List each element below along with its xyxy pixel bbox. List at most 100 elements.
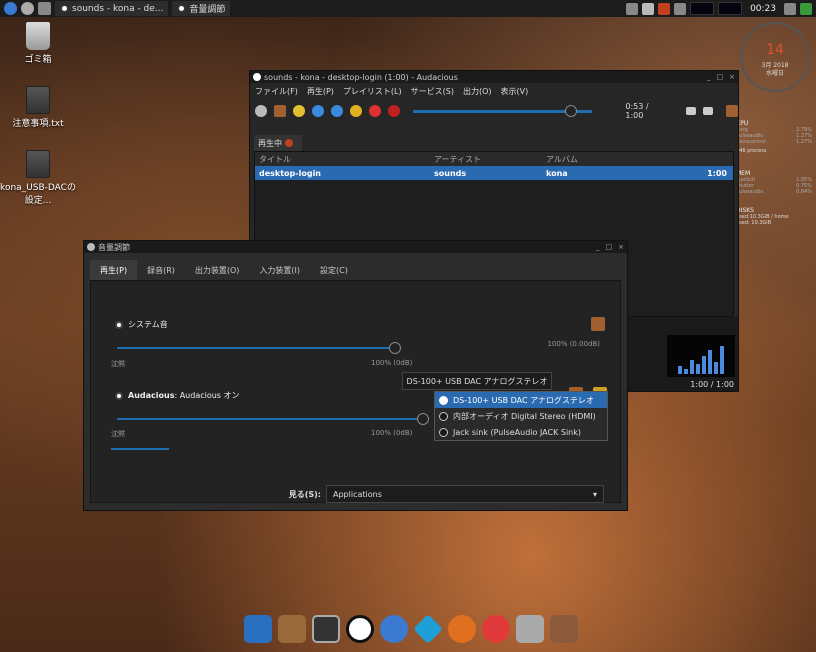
kodi-icon[interactable] <box>413 614 443 644</box>
seek-slider[interactable] <box>412 104 593 117</box>
vivaldi-icon[interactable] <box>482 615 510 643</box>
monitor-icon[interactable] <box>312 615 340 643</box>
taskbar-item-label: 音量調節 <box>189 5 226 15</box>
sound-converter-icon[interactable] <box>550 615 578 643</box>
disk-root: used: 10.3GiB <box>736 220 772 226</box>
show-combo[interactable]: Applications ▾ <box>326 485 604 503</box>
close-icon[interactable]: × <box>618 243 624 251</box>
peak-meter <box>111 448 169 450</box>
seek-knob[interactable] <box>565 104 578 117</box>
system-volume-knob[interactable] <box>389 342 401 354</box>
mem-row: pulseaudio 0.64% <box>736 189 812 195</box>
menu-file[interactable]: ファイル(F) <box>255 86 298 97</box>
anchor-icon[interactable] <box>244 615 272 643</box>
tab-configuration[interactable]: 設定(C) <box>310 260 358 280</box>
pause-icon[interactable] <box>349 105 362 117</box>
column-artist[interactable]: アーティスト <box>430 154 542 165</box>
tab-input-devices[interactable]: 入力装置(I) <box>249 260 310 280</box>
system-volume-slider[interactable] <box>117 347 393 349</box>
volume-readout: 100% (0.00dB) <box>547 340 600 348</box>
taskbar-item-audacious[interactable]: sounds - kona - de... <box>55 1 169 16</box>
desktop-icon-notes[interactable]: 注意事項.txt <box>0 86 76 129</box>
menu-launcher-icon[interactable] <box>4 2 17 15</box>
clock[interactable]: 00:23 <box>750 4 776 14</box>
audacious-icon <box>60 4 69 13</box>
firefox-icon[interactable] <box>448 615 476 643</box>
minimize-icon[interactable]: _ <box>707 73 711 81</box>
taskbar-item-label: sounds - kona - de... <box>72 3 164 14</box>
muted-volume-tray-icon[interactable] <box>658 2 671 15</box>
system-sound-icon <box>115 320 123 329</box>
desktop-icon-trash[interactable]: ゴミ箱 <box>0 22 76 65</box>
top-panel: sounds - kona - de... 音量調節 00:23 <box>0 0 816 17</box>
show-label: 見る(S): <box>288 489 321 499</box>
menu-playback[interactable]: 再生(P) <box>307 86 334 97</box>
add-icon[interactable] <box>292 105 305 117</box>
audacious-titlebar[interactable]: sounds - kona - desktop-login (1:00) - A… <box>250 71 738 83</box>
shuffle-icon[interactable] <box>702 107 713 115</box>
open-icon[interactable] <box>273 105 286 117</box>
menu-output[interactable]: 出力(O) <box>463 86 492 97</box>
repeat-icon[interactable] <box>686 107 696 115</box>
mute-button[interactable] <box>591 317 605 331</box>
menu-playlist[interactable]: プレイリスト(L) <box>343 86 402 97</box>
device-option[interactable]: 内部オーディオ Digital Stereo (HDMI) <box>435 408 607 424</box>
device-option[interactable]: DS-100+ USB DAC アナログステレオ <box>435 392 607 408</box>
previous-icon[interactable] <box>311 105 324 117</box>
logout-icon[interactable] <box>800 2 812 15</box>
close-icon[interactable]: × <box>729 73 735 81</box>
device-option[interactable]: Jack sink (PulseAudio JACK Sink) <box>435 424 607 440</box>
notes-tray-icon[interactable] <box>626 2 639 15</box>
menu-services[interactable]: サービス(S) <box>411 86 454 97</box>
stop-icon[interactable] <box>368 105 381 117</box>
maximize-icon[interactable]: □ <box>717 73 724 81</box>
desktop-icon-usb-dac[interactable]: kona_USB-DACの設定... <box>0 150 76 206</box>
window-list-icon[interactable] <box>38 2 51 15</box>
network-tray-icon[interactable] <box>642 2 655 15</box>
tab-now-playing[interactable]: 再生中 <box>254 135 302 151</box>
track-title: desktop-login <box>259 168 322 178</box>
tab-playback[interactable]: 再生(P) <box>90 260 138 280</box>
playlist-header: タイトル アーティスト アルバム <box>255 152 733 166</box>
track-artist: sounds <box>434 168 467 178</box>
volume-app-icon <box>87 243 95 251</box>
search-icon[interactable] <box>255 105 267 117</box>
playlist-row[interactable]: desktop-login sounds kona 1:00 <box>255 166 733 180</box>
stream-desc: : Audacious オン <box>174 391 240 400</box>
visualizer <box>667 335 735 377</box>
menu-view[interactable]: 表示(V) <box>501 86 529 97</box>
equalizer-icon[interactable] <box>725 105 738 117</box>
next-icon[interactable] <box>330 105 343 117</box>
calendar-day: 14 <box>766 42 784 58</box>
browser-launcher-icon[interactable] <box>21 2 34 15</box>
disk-title: DISKS <box>736 207 754 214</box>
audacious-stream: Audacious : Audacious オン <box>115 390 240 401</box>
text-file-icon <box>26 86 50 114</box>
column-title[interactable]: タイトル <box>255 154 430 165</box>
output-device-button[interactable]: DS-100+ USB DAC アナログステレオ <box>402 372 552 390</box>
audacious-volume-knob[interactable] <box>417 413 429 425</box>
tab-recording[interactable]: 録音(R) <box>137 260 185 280</box>
conky-widget: 14 3月 2018 水曜日 CPU Xorg 2.79% pulseaudio 1… <box>736 22 812 226</box>
keyboard-tray-icon[interactable] <box>674 2 687 15</box>
mem-title: MEM <box>736 170 751 177</box>
audacious-dock-icon[interactable] <box>346 615 374 643</box>
minimize-icon[interactable]: _ <box>596 243 600 251</box>
headphones-icon[interactable] <box>380 615 408 643</box>
tab-label: 再生中 <box>258 138 282 148</box>
installer-icon[interactable] <box>278 615 306 643</box>
window-tray-icon[interactable] <box>784 2 796 15</box>
system-sound-stream: システム音 <box>115 319 168 330</box>
calendar-ring: 14 3月 2018 水曜日 <box>740 22 810 92</box>
record-icon[interactable] <box>387 105 400 117</box>
column-album[interactable]: アルバム <box>542 154 652 165</box>
process-count: 646 process <box>736 148 767 154</box>
volume-titlebar[interactable]: 音量調節 _ □ × <box>84 241 627 253</box>
tab-output-devices[interactable]: 出力装置(O) <box>185 260 250 280</box>
close-tab-icon[interactable] <box>285 139 293 147</box>
pen-icon[interactable] <box>516 615 544 643</box>
taskbar-item-volume[interactable]: 音量調節 <box>172 1 231 16</box>
maximize-icon[interactable]: □ <box>606 243 613 251</box>
radio-icon <box>439 427 448 437</box>
audacious-volume-slider[interactable] <box>117 418 421 420</box>
